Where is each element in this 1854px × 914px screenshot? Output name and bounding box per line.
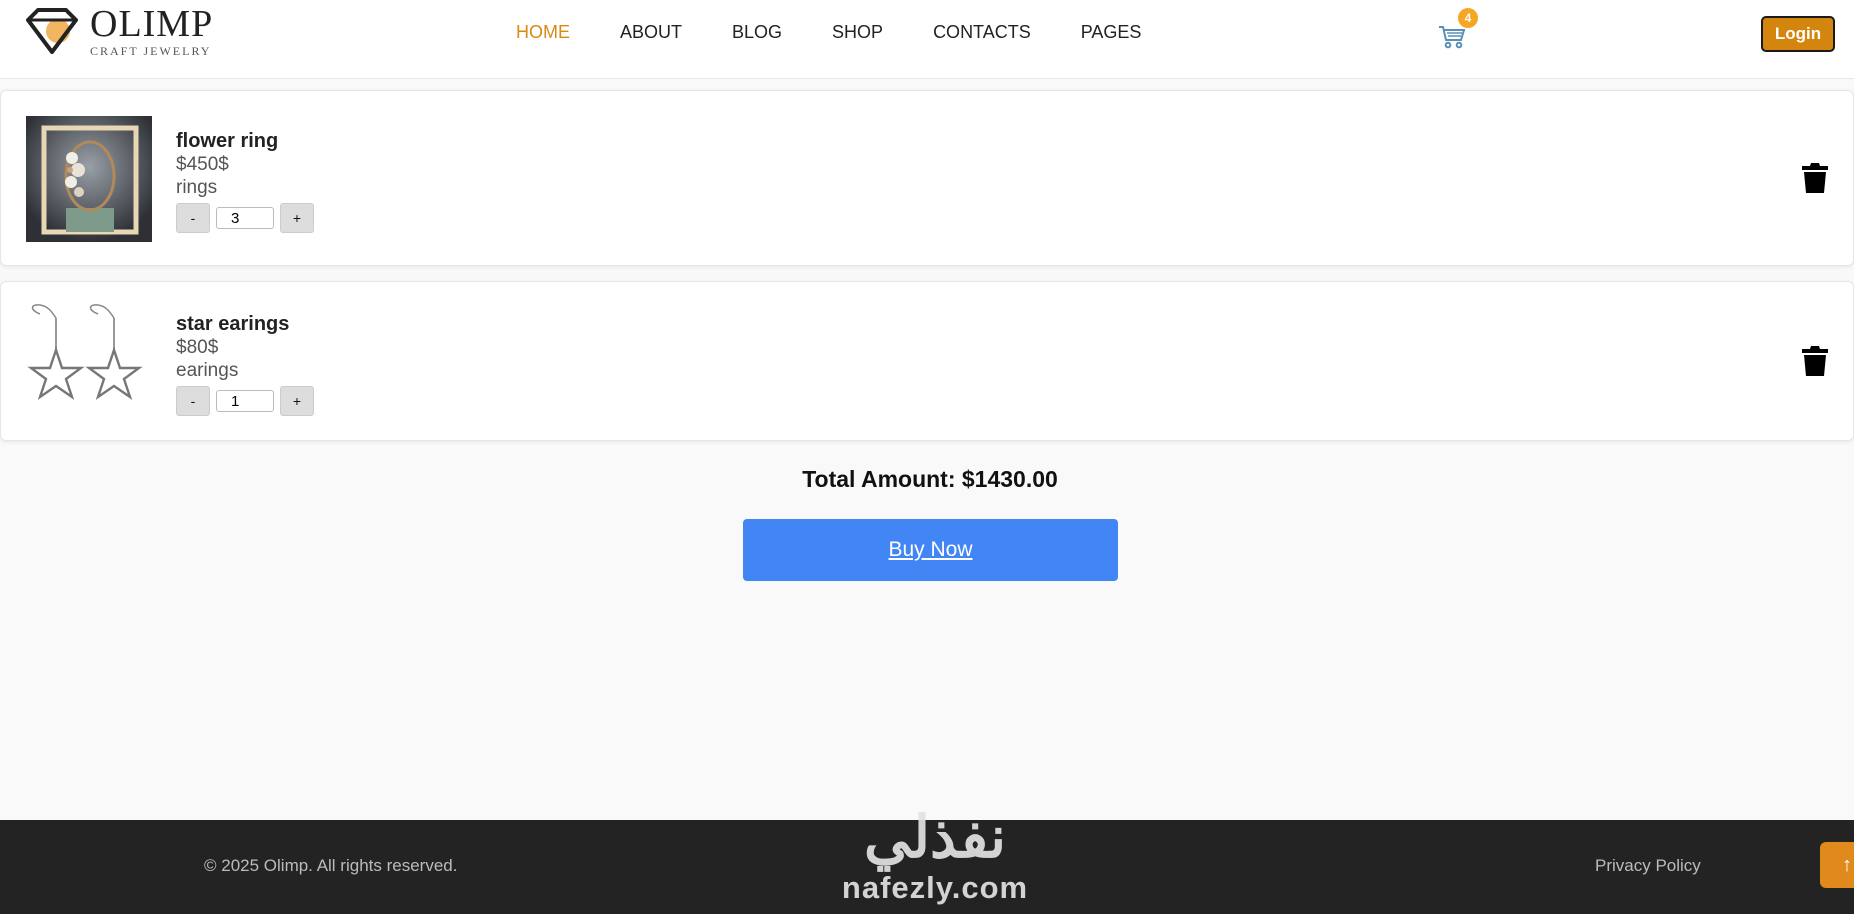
quantity-input[interactable]: [216, 390, 274, 412]
nav-pages[interactable]: PAGES: [1081, 22, 1142, 43]
decrement-button[interactable]: -: [176, 203, 210, 233]
total-amount: Total Amount: $1430.00: [802, 466, 1058, 492]
quantity-stepper: - +: [176, 386, 314, 416]
item-info: star earings $80$ earings - +: [176, 312, 314, 416]
increment-button[interactable]: +: [280, 203, 314, 233]
trash-icon[interactable]: [1802, 346, 1828, 376]
quantity-stepper: - +: [176, 203, 314, 233]
logo-name: OLIMP: [90, 3, 214, 45]
item-name: star earings: [176, 313, 290, 335]
nav-blog[interactable]: BLOG: [732, 22, 782, 43]
nav-about[interactable]: ABOUT: [620, 22, 682, 43]
privacy-policy-link[interactable]: Privacy Policy: [1595, 856, 1701, 876]
nav-home[interactable]: HOME: [516, 22, 570, 43]
decrement-button[interactable]: -: [176, 386, 210, 416]
watermark-latin-text: nafezly.com: [841, 870, 1029, 905]
cart-item: star earings $80$ earings - +: [0, 281, 1854, 441]
watermark-arabic-text: نفذلي: [864, 805, 1006, 870]
logo-tagline: CRAFT JEWELRY: [90, 44, 212, 58]
nav-shop[interactable]: SHOP: [832, 22, 883, 43]
nafezly-watermark: نفذلي nafezly.com: [815, 800, 1055, 914]
diamond-logo-icon: [26, 8, 78, 54]
flower-ring-photo: [26, 116, 152, 242]
item-category: earings: [176, 360, 239, 381]
item-price: $450$: [176, 154, 229, 175]
nav-contacts[interactable]: CONTACTS: [933, 22, 1031, 43]
quantity-input[interactable]: [216, 207, 274, 229]
item-price: $80$: [176, 337, 219, 358]
star-earrings-photo: [26, 304, 152, 430]
buy-now-button[interactable]: Buy Now: [743, 519, 1118, 581]
main-nav: HOME ABOUT BLOG SHOP CONTACTS PAGES: [516, 22, 1191, 43]
item-name: flower ring: [176, 130, 279, 152]
login-button[interactable]: Login: [1761, 16, 1835, 52]
site-header: OLIMP CRAFT JEWELRY HOME ABOUT BLOG SHOP…: [0, 0, 1854, 79]
back-to-top-button[interactable]: ↑: [1820, 842, 1854, 888]
increment-button[interactable]: +: [280, 386, 314, 416]
copyright-text: © 2025 Olimp. All rights reserved.: [204, 856, 458, 875]
cart-item: flower ring $450$ rings - +: [0, 90, 1854, 266]
logo[interactable]: OLIMP CRAFT JEWELRY: [24, 2, 224, 62]
cart-count-badge: 4: [1458, 8, 1478, 28]
item-category: rings: [176, 177, 218, 198]
item-info: flower ring $450$ rings - +: [176, 129, 314, 233]
trash-icon[interactable]: [1802, 163, 1828, 193]
